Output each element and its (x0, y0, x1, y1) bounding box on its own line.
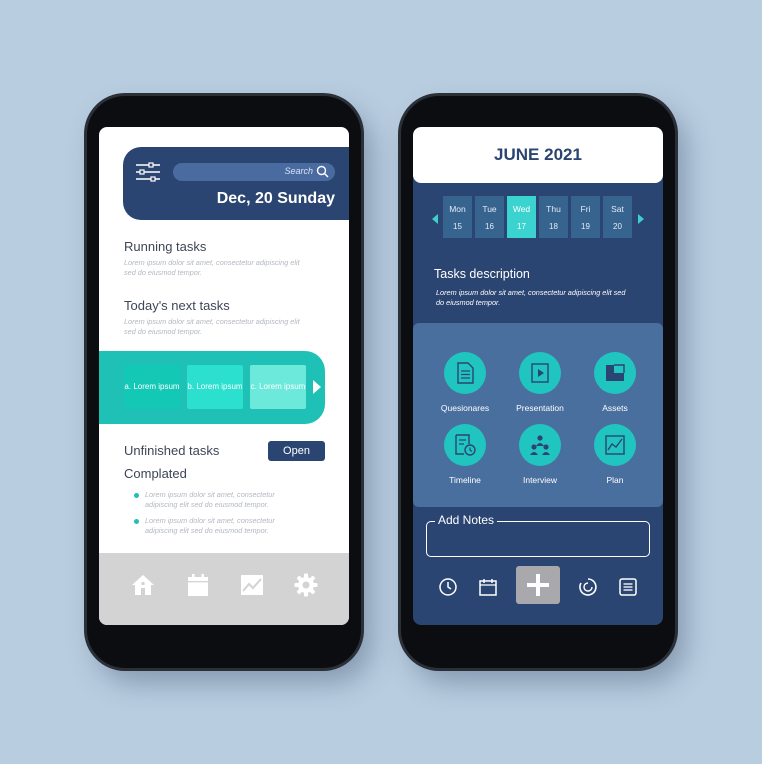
home-icon[interactable] (131, 573, 155, 597)
categories-panel: Quesionares Presentation Assets Timeline… (413, 323, 663, 507)
chart-icon[interactable] (240, 573, 264, 597)
timeline-icon (455, 434, 476, 456)
tasks-description-text: Lorem ipsum dolor sit amet, consectetur … (436, 288, 626, 307)
day-date: 15 (453, 222, 462, 231)
tile-label: Interview (522, 475, 557, 485)
day-name: Fri (580, 204, 591, 214)
search-icon[interactable] (316, 165, 329, 178)
bullet-icon (134, 493, 139, 498)
task-card[interactable]: b. Lorem ipsum (187, 365, 243, 409)
day-date: 20 (613, 222, 622, 231)
header-card: Search Dec, 20 Sunday (123, 147, 349, 220)
tile-label: Quesionares (440, 403, 490, 413)
add-task-button[interactable] (516, 566, 560, 604)
day-name: Tue (482, 204, 497, 214)
folder-icon (606, 364, 625, 381)
date-heading: Dec, 20 Sunday (216, 190, 335, 207)
running-tasks-title: Running tasks (124, 239, 207, 254)
tile-presentation[interactable]: Presentation (500, 352, 580, 413)
day-date: 17 (517, 222, 526, 231)
prev-week-icon[interactable] (432, 214, 438, 224)
add-notes-field[interactable]: Add Notes (426, 513, 650, 557)
task-carousel: a. Lorem ipsum b. Lorem ipsum c. Lorem i… (99, 351, 325, 424)
day-mon[interactable]: Mon 15 (443, 196, 472, 238)
running-tasks-text: Lorem ipsum dolor sit amet, consectetur … (124, 258, 300, 277)
presentation-icon (531, 363, 549, 383)
calendar-icon[interactable] (186, 573, 210, 597)
day-fri[interactable]: Fri 19 (571, 196, 600, 238)
right-screen: JUNE 2021 Mon 15 Tue 16 Wed 17 Thu 18 Fr… (413, 127, 663, 625)
day-name: Thu (546, 204, 561, 214)
document-icon (457, 362, 474, 384)
open-button[interactable]: Open (268, 441, 325, 461)
day-sat[interactable]: Sat 20 (603, 196, 632, 238)
search-placeholder: Search (284, 166, 313, 176)
menu-icon[interactable] (135, 162, 161, 182)
completed-title: Complated (124, 466, 187, 481)
right-phone: JUNE 2021 Mon 15 Tue 16 Wed 17 Thu 18 Fr… (401, 96, 675, 668)
tile-label: Presentation (516, 403, 564, 413)
chart-icon (605, 435, 625, 455)
carousel-next-icon[interactable] (313, 380, 321, 394)
calendar-icon[interactable] (478, 577, 498, 597)
tile-interview[interactable]: Interview (500, 424, 580, 485)
refresh-icon[interactable] (578, 577, 598, 597)
month-title: JUNE 2021 (413, 127, 663, 183)
tasks-description-title: Tasks description (434, 267, 530, 281)
day-date: 16 (485, 222, 494, 231)
completed-item: Lorem ipsum dolor sit amet, consectetur … (145, 516, 275, 535)
left-screen: Search Dec, 20 Sunday Running tasks Lore… (99, 127, 349, 625)
add-notes-label: Add Notes (435, 513, 498, 527)
clock-icon[interactable] (438, 577, 458, 597)
search-input[interactable]: Search (173, 163, 335, 181)
bottom-nav (99, 553, 349, 625)
task-card[interactable]: a. Lorem ipsum (124, 365, 180, 409)
day-date: 19 (581, 222, 590, 231)
tile-questionnaires[interactable]: Quesionares (425, 352, 505, 413)
people-icon (530, 435, 550, 455)
tile-label: Plan (606, 475, 624, 485)
day-name: Mon (449, 204, 466, 214)
tile-label: Assets (602, 403, 628, 413)
day-tue[interactable]: Tue 16 (475, 196, 504, 238)
plus-icon (527, 574, 549, 596)
gear-icon[interactable] (294, 573, 318, 597)
next-tasks-text: Lorem ipsum dolor sit amet, consectetur … (124, 317, 300, 336)
tile-timeline[interactable]: Timeline (425, 424, 505, 485)
tile-assets[interactable]: Assets (575, 352, 655, 413)
bullet-icon (134, 519, 139, 524)
left-phone: Search Dec, 20 Sunday Running tasks Lore… (87, 96, 361, 668)
tile-label: Timeline (449, 475, 481, 485)
tile-plan[interactable]: Plan (575, 424, 655, 485)
task-card[interactable]: c. Lorem ipsum (250, 365, 306, 409)
day-date: 18 (549, 222, 558, 231)
next-tasks-title: Today's next tasks (124, 298, 230, 313)
list-icon[interactable] (618, 577, 638, 597)
day-wed[interactable]: Wed 17 (507, 196, 536, 238)
completed-item: Lorem ipsum dolor sit amet, consectetur … (145, 490, 275, 509)
unfinished-tasks-title: Unfinished tasks (124, 443, 220, 458)
next-week-icon[interactable] (638, 214, 644, 224)
day-name: Wed (512, 204, 531, 214)
day-thu[interactable]: Thu 18 (539, 196, 568, 238)
day-name: Sat (611, 204, 624, 214)
